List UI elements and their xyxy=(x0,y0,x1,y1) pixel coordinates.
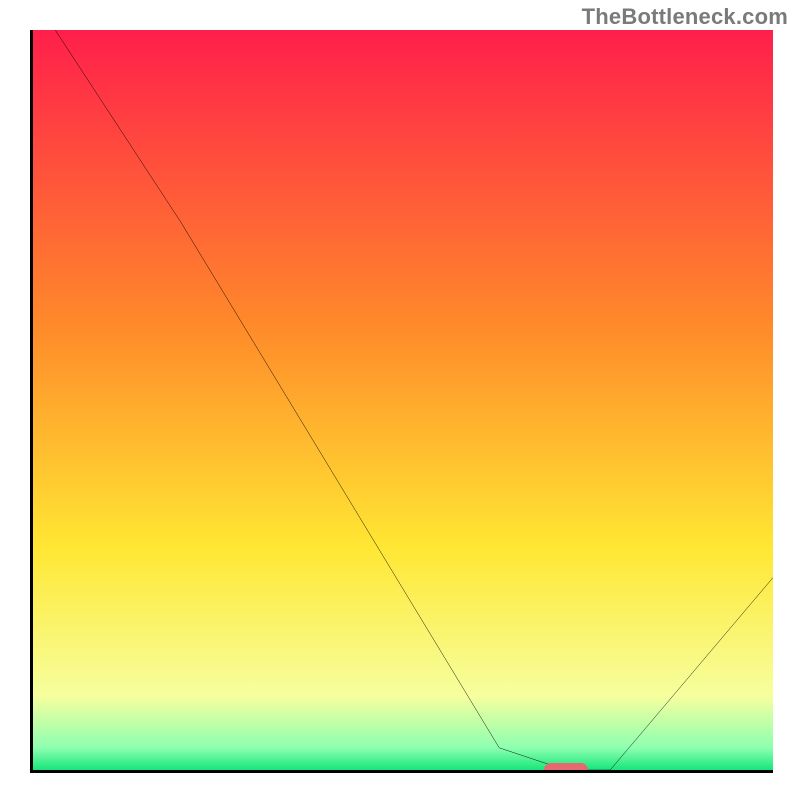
chart-marker xyxy=(544,763,588,773)
chart-line xyxy=(33,30,773,770)
watermark-text: TheBottleneck.com xyxy=(582,4,788,30)
chart-plot-area xyxy=(30,30,773,773)
